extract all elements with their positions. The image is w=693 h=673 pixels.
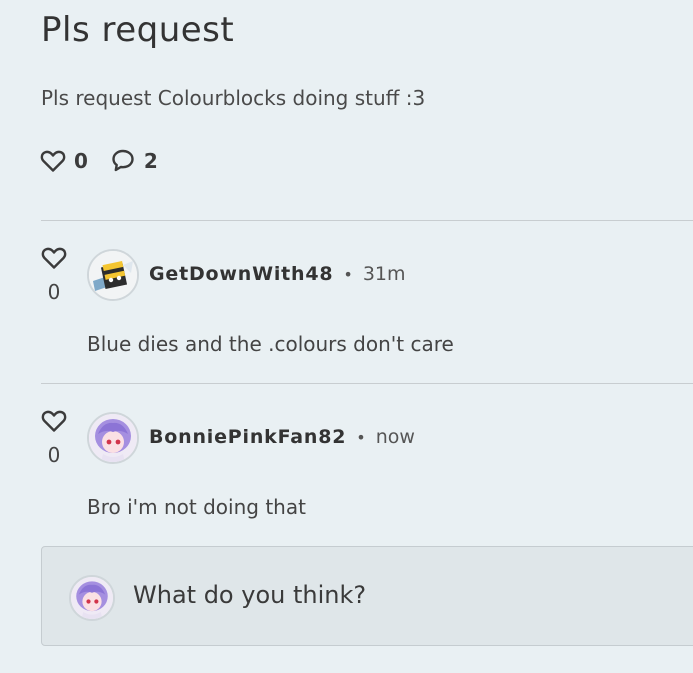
heart-icon[interactable] (40, 409, 68, 433)
meta-separator: • (343, 264, 353, 284)
meta-separator: • (356, 427, 366, 447)
comment-meta: BonniePinkFan82 • now (149, 426, 415, 448)
comment-composer[interactable]: What do you think? (41, 546, 693, 646)
comment-vote: 0 (40, 409, 68, 467)
like-count: 0 (74, 149, 88, 173)
divider (41, 383, 693, 384)
avatar-anime-character-icon (89, 414, 137, 462)
post-title: Pls request (41, 10, 235, 50)
comment-username[interactable]: BonniePinkFan82 (149, 426, 346, 448)
comment-input-placeholder[interactable]: What do you think? (133, 581, 366, 609)
comment-text: Bro i'm not doing that (87, 495, 306, 519)
heart-icon[interactable] (40, 246, 68, 270)
post-stats: 0 2 (40, 148, 180, 174)
comment-like-count: 0 (47, 443, 61, 467)
comment-count: 2 (143, 149, 158, 173)
comment-meta: GetDownWith48 • 31m (149, 263, 406, 285)
comment-bubble-icon (112, 149, 134, 172)
avatar-blocky-bee-icon (89, 251, 137, 299)
comment-username[interactable]: GetDownWith48 (149, 263, 333, 285)
divider (41, 220, 693, 221)
comment-timestamp: now (375, 426, 415, 448)
post-body: Pls request Colourblocks doing stuff :3 (41, 86, 426, 110)
avatar[interactable] (87, 412, 139, 464)
heart-icon (40, 150, 66, 172)
comments-button[interactable]: 2 (110, 148, 158, 174)
avatar[interactable] (87, 249, 139, 301)
comment-vote: 0 (40, 246, 68, 304)
like-button[interactable]: 0 (40, 149, 88, 173)
comment-like-count: 0 (47, 280, 61, 304)
comment-timestamp: 31m (362, 263, 406, 285)
avatar-anime-character-icon (71, 577, 113, 619)
comment-text: Blue dies and the .colours don't care (87, 332, 454, 356)
avatar (69, 575, 115, 621)
